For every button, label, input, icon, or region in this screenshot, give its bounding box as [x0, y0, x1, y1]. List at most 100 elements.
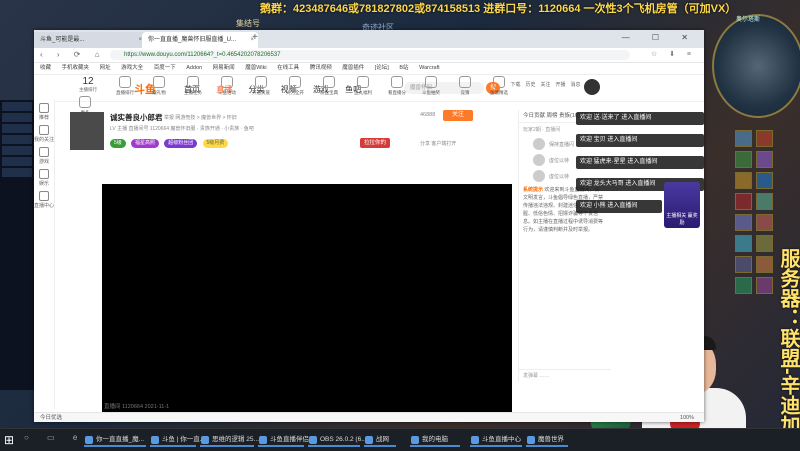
taskbar-item[interactable]: 我的电脑: [410, 433, 460, 447]
bookmark-item[interactable]: 魔兽插件: [342, 65, 364, 71]
user-name: 虚位以待: [549, 158, 570, 164]
room-category[interactable]: 举报 网游竞技 > 魔兽世界 > 怀旧: [164, 114, 237, 121]
ability-icon: [735, 193, 752, 210]
sidebar-item-fun[interactable]: 娱乐: [34, 165, 54, 187]
follow-button[interactable]: 关注: [443, 110, 473, 121]
gift-icon: [153, 76, 165, 88]
feature-item[interactable]: 竞猜: [448, 76, 482, 96]
tab-label: 斗鱼_可能是最...: [40, 37, 85, 43]
taskbar-item[interactable]: 魔兽世界: [526, 433, 568, 447]
zoom-level[interactable]: 100%: [680, 413, 694, 423]
share-link[interactable]: 分享 客户端打开: [420, 140, 456, 147]
bookmark-item[interactable]: 魔兽Wiki: [245, 65, 266, 71]
report-button[interactable]: 拉拉你的: [360, 138, 391, 148]
sidebar-item-recommend[interactable]: 推荐: [34, 99, 54, 121]
browser-tab-active[interactable]: 你一直直播_魔兽怀旧服直播_U... ×: [142, 32, 258, 48]
fire-icon: [289, 76, 301, 88]
taskbar-item[interactable]: 思维的逻辑 25...: [200, 433, 259, 447]
windows-start-icon[interactable]: ⊞: [4, 433, 18, 447]
bookmark-item[interactable]: 手机收藏夹: [62, 65, 90, 71]
taskbar-item[interactable]: OBS 26.0.2 (6...: [308, 433, 367, 447]
lottery-icon: [425, 76, 437, 88]
message-icon[interactable]: 消息: [568, 81, 583, 88]
feature-item[interactable]: 鱼塘精选: [482, 76, 516, 96]
sidebar-item-game[interactable]: 游戏: [34, 143, 54, 165]
taskbar-item[interactable]: 斗鱼直播中心: [470, 433, 522, 447]
bookmark-item[interactable]: 网易新闻: [213, 65, 235, 71]
bookmark-item[interactable]: 在线工具: [277, 65, 299, 71]
user-name: 虚位以待: [549, 174, 570, 180]
browser-tab[interactable]: 斗鱼_可能是最... ×: [34, 32, 146, 48]
feature-item[interactable]: 开通贵族: [244, 76, 278, 96]
fan-badge[interactable]: 超级粉丝团: [164, 139, 198, 148]
browser-menu-icon[interactable]: ☆ ⬇ ≡: [651, 50, 696, 58]
rank-label: 主播排行: [79, 87, 97, 92]
game-minimap: [712, 14, 800, 118]
game-bar: [2, 102, 32, 111]
bookmark-item[interactable]: 收藏: [40, 65, 51, 71]
ability-icon: [756, 235, 773, 252]
url-input[interactable]: https://www.douyu.com/1120664?_t=0.46542…: [110, 50, 630, 60]
window-controls[interactable]: — ☐ ✕: [622, 33, 698, 42]
hot-count: 46888: [420, 112, 436, 118]
feature-item[interactable]: 赠礼物: [142, 76, 176, 96]
bookmark-item[interactable]: B站: [399, 65, 408, 71]
video-player[interactable]: [102, 184, 512, 412]
heart-icon: [39, 125, 49, 135]
smile-icon: [39, 169, 49, 179]
avatar: [533, 170, 545, 182]
anchor-avatar[interactable]: [70, 112, 104, 150]
feature-item[interactable]: 斗鱼抽奖: [414, 76, 448, 96]
taskbar: ⊞ ○ ▭ e 你一直直播_魔... 斗鱼 | 你一直... 思维的逻辑 25.…: [0, 428, 800, 451]
camera-icon: [39, 191, 49, 201]
side-promo-card[interactable]: 主播相关 赢奖励: [664, 182, 700, 228]
bookmarks-bar: 收藏 手机收藏夹 网址 游戏大全 百度一下 Addon 网易新闻 魔兽Wiki …: [34, 63, 704, 75]
feature-label: 鱼丸福利: [354, 90, 372, 95]
sidebar-item-follow[interactable]: 我的关注: [34, 121, 54, 143]
fish-icon: [493, 76, 505, 88]
tab-bar: 斗鱼_可能是最... × 你一直直播_魔兽怀旧服直播_U... × + — ☐ ✕: [34, 30, 704, 48]
status-text: 今日优选: [40, 415, 63, 421]
bookmark-item[interactable]: [论坛]: [375, 65, 389, 71]
feature-item[interactable]: 斗鱼活动: [210, 76, 244, 96]
bookmark-item[interactable]: 百度一下: [154, 65, 176, 71]
new-tab-button[interactable]: +: [252, 32, 258, 43]
user-avatar[interactable]: [584, 79, 600, 95]
welcome-notification: 欢迎 送·送来了 进入直播间: [576, 112, 704, 125]
eye-icon: [391, 76, 403, 88]
feature-label: 鱼塘精选: [490, 90, 508, 95]
taskbar-item[interactable]: 战网: [364, 433, 396, 447]
fee-badge[interactable]: 5级月费: [202, 139, 229, 148]
welcome-notification: 欢迎 猛虎来·星星 进入直播间: [576, 156, 704, 169]
fishball-icon: [357, 76, 369, 88]
bookmark-item[interactable]: Warcraft: [419, 65, 440, 71]
level-badge[interactable]: 5级: [110, 139, 126, 148]
taskbar-item[interactable]: 斗鱼 | 你一直...: [150, 433, 205, 447]
feature-item[interactable]: 主播任务: [176, 76, 210, 96]
bookmark-item[interactable]: Addon: [186, 65, 202, 71]
feature-item[interactable]: 火力全开: [278, 76, 312, 96]
room-title: 诚实善良小郎君: [110, 113, 163, 122]
taskbar-quick-icons[interactable]: ○ ▭ e: [24, 433, 85, 442]
chat-input[interactable]: 发弹幕 ……: [519, 369, 611, 382]
feature-item[interactable]: 看直播分: [380, 76, 414, 96]
bookmark-item[interactable]: 腾讯视频: [310, 65, 332, 71]
quiz-icon: [459, 76, 471, 88]
game-bar: [2, 146, 32, 155]
taskbar-item[interactable]: 你一直直播_魔...: [84, 433, 146, 447]
sidebar-item-center[interactable]: 直播中心: [34, 187, 54, 209]
feature-label: 直播排行: [116, 90, 134, 95]
bookmark-item[interactable]: 网址: [100, 65, 111, 71]
nav-buttons[interactable]: ‹ › ⟳ ⌂: [40, 50, 106, 59]
game-label: 集结号: [236, 19, 260, 28]
ability-icon: [735, 151, 752, 168]
taskbar-item[interactable]: 斗鱼直播伴侣: [258, 433, 309, 447]
ability-icon: [756, 214, 773, 231]
bookmark-item[interactable]: 游戏大全: [121, 65, 143, 71]
feature-item[interactable]: 鱼丸福利: [346, 76, 380, 96]
broadcast-icon[interactable]: 开播: [553, 81, 568, 88]
fortune-badge[interactable]: 福星高照: [131, 139, 160, 148]
feature-item[interactable]: 粉丝宝典: [312, 76, 346, 96]
rank-widget[interactable]: 12 主播排行: [68, 76, 108, 93]
feature-item[interactable]: 直播排行: [108, 76, 142, 96]
